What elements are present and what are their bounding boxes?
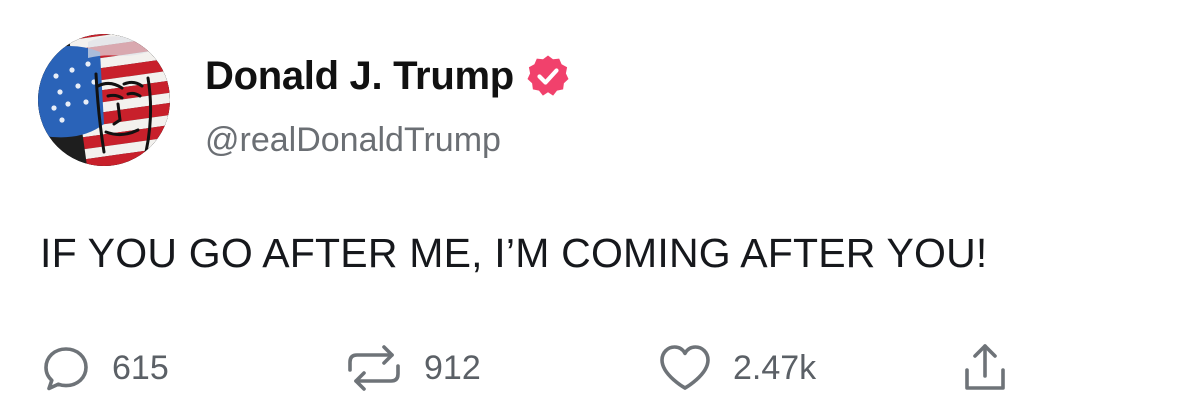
flag-portrait-avatar-image: [38, 34, 170, 166]
repost-arrows-icon: [342, 340, 406, 396]
share-upload-icon: [957, 340, 1013, 396]
profile-avatar[interactable]: [38, 34, 170, 166]
author-handle[interactable]: @realDonaldTrump: [205, 120, 501, 160]
reply-button[interactable]: 615: [38, 340, 169, 396]
verified-badge-icon: [526, 54, 570, 98]
post-card: Donald J. Trump @realDonaldTrump IF YOU …: [0, 0, 1200, 419]
post-action-bar: 615 912 2.47k: [38, 340, 1138, 396]
reply-count: 615: [112, 349, 169, 387]
repost-button[interactable]: 912: [342, 340, 481, 396]
like-button[interactable]: 2.47k: [655, 340, 816, 396]
author-display-name[interactable]: Donald J. Trump: [205, 52, 514, 100]
speech-bubble-icon: [38, 340, 94, 396]
post-text: IF YOU GO AFTER ME, I’M COMING AFTER YOU…: [40, 230, 988, 276]
repost-count: 912: [424, 349, 481, 387]
author-name-row: Donald J. Trump: [205, 52, 570, 100]
like-count: 2.47k: [733, 349, 817, 387]
share-button[interactable]: [957, 340, 1013, 396]
heart-icon: [655, 340, 715, 396]
